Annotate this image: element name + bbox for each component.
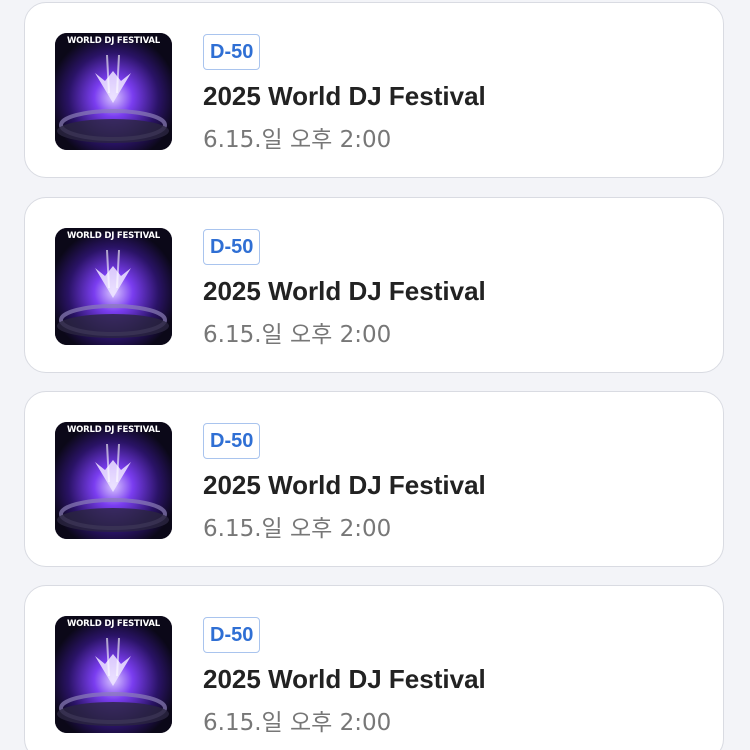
event-poster-image: WORLD DJ FESTIVAL: [55, 422, 172, 539]
event-title: 2025 World DJ Festival: [203, 470, 486, 500]
event-card[interactable]: WORLD DJ FESTIVAL D-50 2025 World DJ Fes…: [24, 391, 724, 567]
poster-title: WORLD DJ FESTIVAL: [66, 425, 161, 435]
d-day-badge: D-50: [203, 617, 261, 653]
event-date: 6.15.일 오후 2:00: [203, 710, 392, 736]
event-poster-image: WORLD DJ FESTIVAL: [55, 33, 172, 150]
event-date: 6.15.일 오후 2:00: [203, 127, 392, 153]
poster-title: WORLD DJ FESTIVAL: [66, 231, 161, 241]
event-title: 2025 World DJ Festival: [203, 81, 486, 111]
event-date: 6.15.일 오후 2:00: [203, 516, 392, 542]
event-title: 2025 World DJ Festival: [203, 664, 486, 694]
event-date: 6.15.일 오후 2:00: [203, 322, 392, 348]
d-day-badge: D-50: [203, 34, 261, 70]
event-list: WORLD DJ FESTIVAL D-50 2025 World DJ Fes…: [0, 0, 750, 750]
event-poster-image: WORLD DJ FESTIVAL: [55, 616, 172, 733]
event-card[interactable]: WORLD DJ FESTIVAL D-50 2025 World DJ Fes…: [24, 197, 724, 373]
event-card[interactable]: WORLD DJ FESTIVAL D-50 2025 World DJ Fes…: [24, 585, 724, 750]
poster-title: WORLD DJ FESTIVAL: [66, 36, 161, 46]
event-poster-image: WORLD DJ FESTIVAL: [55, 228, 172, 345]
poster-title: WORLD DJ FESTIVAL: [66, 619, 161, 629]
d-day-badge: D-50: [203, 229, 261, 265]
event-card[interactable]: WORLD DJ FESTIVAL D-50 2025 World DJ Fes…: [24, 2, 724, 178]
d-day-badge: D-50: [203, 423, 261, 459]
event-title: 2025 World DJ Festival: [203, 276, 486, 306]
